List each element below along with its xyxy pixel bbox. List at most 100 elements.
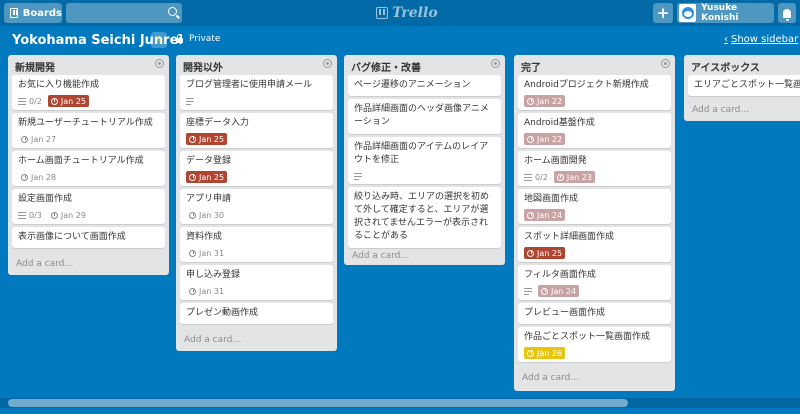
list-card[interactable]: スポット詳細画面作成 Jan 25 bbox=[518, 227, 671, 262]
card-title: Android基盤作成 bbox=[524, 118, 595, 128]
user-menu-button[interactable]: Yusuke Konishi bbox=[677, 3, 774, 23]
card-badges: Jan 25 bbox=[524, 247, 665, 259]
list-header: 完了 bbox=[514, 55, 675, 75]
star-icon[interactable]: ☆ bbox=[151, 32, 167, 48]
due-badge: Jan 25 bbox=[186, 171, 228, 183]
add-card-link[interactable]: Add a card… bbox=[692, 105, 749, 115]
list-card[interactable]: プレゼン動画作成 bbox=[180, 303, 333, 324]
show-sidebar-label: Show sidebar bbox=[731, 34, 799, 45]
card-badges bbox=[186, 95, 327, 107]
list-title[interactable]: 開発以外 bbox=[183, 59, 223, 74]
list-menu-icon[interactable] bbox=[661, 59, 670, 68]
card-badges: Jan 25 bbox=[186, 171, 327, 183]
card-title: プレゼン動画作成 bbox=[186, 308, 259, 318]
list-card[interactable]: ホーム画面チュートリアル作成 Jan 28 bbox=[12, 151, 165, 186]
card-title: Androidプロジェクト新規作成 bbox=[524, 80, 649, 90]
clock-icon bbox=[527, 135, 534, 143]
checklist-icon bbox=[18, 97, 26, 105]
checklist-count: 0/2 bbox=[29, 96, 42, 106]
list-card[interactable]: 作品ごとスポット一覧画面作成 Jan 26 bbox=[518, 327, 671, 362]
list-card[interactable]: 座標データ入力 Jan 25 bbox=[180, 113, 333, 148]
list-card[interactable]: 資料作成 Jan 31 bbox=[180, 227, 333, 262]
boards-label: Boards bbox=[22, 7, 62, 19]
card-title: 設定画面作成 bbox=[18, 194, 73, 204]
due-badge: Jan 29 bbox=[48, 209, 89, 221]
card-badges: Jan 26 bbox=[524, 347, 665, 359]
list-card[interactable]: フィルタ画面作成 Jan 24 bbox=[518, 265, 671, 300]
search-icon[interactable] bbox=[168, 7, 177, 16]
due-badge: Jan 22 bbox=[524, 133, 566, 145]
list-card[interactable]: ブログ管理者に使用申請メール bbox=[180, 75, 333, 110]
list-title[interactable]: 新規開発 bbox=[15, 59, 55, 74]
list-menu-icon[interactable] bbox=[323, 59, 332, 68]
list-card[interactable]: 表示画像について画面作成 bbox=[12, 227, 165, 248]
show-sidebar-link[interactable]: ‹ Show sidebar bbox=[724, 34, 798, 45]
add-card-link[interactable]: Add a card… bbox=[16, 259, 73, 269]
add-card-link[interactable]: Add a card… bbox=[522, 373, 579, 383]
boards-icon bbox=[10, 8, 18, 18]
due-badge: Jan 31 bbox=[186, 285, 227, 297]
list-card[interactable]: Androidプロジェクト新規作成 Jan 22 bbox=[518, 75, 671, 110]
list-title[interactable]: 完了 bbox=[521, 59, 541, 74]
due-date: Jan 26 bbox=[537, 348, 563, 358]
clock-icon bbox=[189, 211, 196, 219]
board-scrollbar-thumb[interactable] bbox=[8, 399, 628, 407]
top-header: Boards Trello + Yusuke Konishi bbox=[0, 0, 800, 26]
due-date: Jan 25 bbox=[199, 134, 225, 144]
due-date: Jan 24 bbox=[537, 210, 563, 220]
description-icon bbox=[186, 97, 194, 105]
due-badge: Jan 23 bbox=[553, 171, 595, 183]
list-title[interactable]: アイスボックス bbox=[691, 59, 760, 74]
search-input[interactable] bbox=[66, 3, 162, 23]
add-card-link[interactable]: Add a card… bbox=[184, 335, 241, 345]
card-badges: Jan 31 bbox=[186, 285, 327, 297]
clock-icon bbox=[21, 173, 28, 181]
list-card[interactable]: 地図画面作成 Jan 24 bbox=[518, 189, 671, 224]
notifications-button[interactable] bbox=[778, 3, 796, 23]
chevron-left-icon: ‹ bbox=[724, 34, 728, 45]
list-card[interactable]: お気に入り機能作成 0/2 Jan 25 bbox=[12, 75, 165, 110]
list-card[interactable]: 申し込み登録 Jan 31 bbox=[180, 265, 333, 300]
due-date: Jan 24 bbox=[551, 286, 577, 296]
search-box[interactable] bbox=[66, 3, 182, 23]
clock-icon bbox=[527, 211, 534, 219]
card-title: 絞り込み時、エリアの選択を初めて外して確定すると、エリアが選択されてませんエラー… bbox=[354, 192, 490, 241]
list-card[interactable]: データ登録 Jan 25 bbox=[180, 151, 333, 186]
card-badges: Jan 30 bbox=[186, 209, 327, 221]
avatar bbox=[679, 4, 697, 22]
description-icon bbox=[354, 172, 362, 180]
list-card[interactable]: エリアごとスポット一覧画面 bbox=[688, 75, 800, 96]
due-date: Jan 31 bbox=[199, 248, 225, 258]
list-header: バグ修正・改善 bbox=[344, 55, 505, 75]
card-title: 作品詳細画面のヘッダ画像アニメーション bbox=[354, 104, 489, 127]
list-title[interactable]: バグ修正・改善 bbox=[351, 59, 421, 74]
visibility-label: Private bbox=[189, 34, 221, 44]
due-badge: Jan 24 bbox=[524, 209, 566, 221]
boards-button[interactable]: Boards bbox=[4, 3, 62, 23]
due-badge: Jan 25 bbox=[524, 247, 566, 259]
due-date: Jan 29 bbox=[60, 210, 86, 220]
list-card[interactable]: ページ遷移のアニメーション bbox=[348, 75, 501, 96]
card-title: 地図画面作成 bbox=[524, 194, 579, 204]
list-menu-icon[interactable] bbox=[155, 59, 164, 68]
card-title: ブログ管理者に使用申請メール bbox=[186, 80, 313, 90]
list-card[interactable]: 設定画面作成 0/3 Jan 29 bbox=[12, 189, 165, 224]
add-card-link[interactable]: Add a card… bbox=[352, 251, 409, 261]
trello-logo[interactable]: Trello bbox=[376, 4, 438, 22]
list-menu-icon[interactable] bbox=[491, 59, 500, 68]
list-card[interactable]: 作品詳細画面のヘッダ画像アニメーション bbox=[348, 99, 501, 134]
add-button[interactable]: + bbox=[653, 3, 673, 23]
list-card[interactable]: 絞り込み時、エリアの選択を初めて外して確定すると、エリアが選択されてませんエラー… bbox=[348, 187, 501, 248]
clock-icon bbox=[527, 249, 534, 257]
list-card[interactable]: ホーム画面開発 0/2 Jan 23 bbox=[518, 151, 671, 186]
list-card[interactable]: Android基盤作成 Jan 22 bbox=[518, 113, 671, 148]
list-card[interactable]: プレビュー画面作成 bbox=[518, 303, 671, 324]
clock-icon bbox=[527, 97, 534, 105]
list-card[interactable]: 新規ユーザーチュートリアル作成 Jan 27 bbox=[12, 113, 165, 148]
visibility-button[interactable]: Private bbox=[176, 33, 221, 44]
list-card[interactable]: アプリ申請 Jan 30 bbox=[180, 189, 333, 224]
list-kanryo: 完了 Androidプロジェクト新規作成 Jan 22 Android基盤作成 … bbox=[514, 55, 675, 391]
card-badges: Jan 25 bbox=[186, 133, 327, 145]
list-card[interactable]: 作品詳細画面のアイテムのレイアウトを修正 bbox=[348, 137, 501, 184]
card-title: 作品詳細画面のアイテムのレイアウトを修正 bbox=[354, 142, 489, 165]
